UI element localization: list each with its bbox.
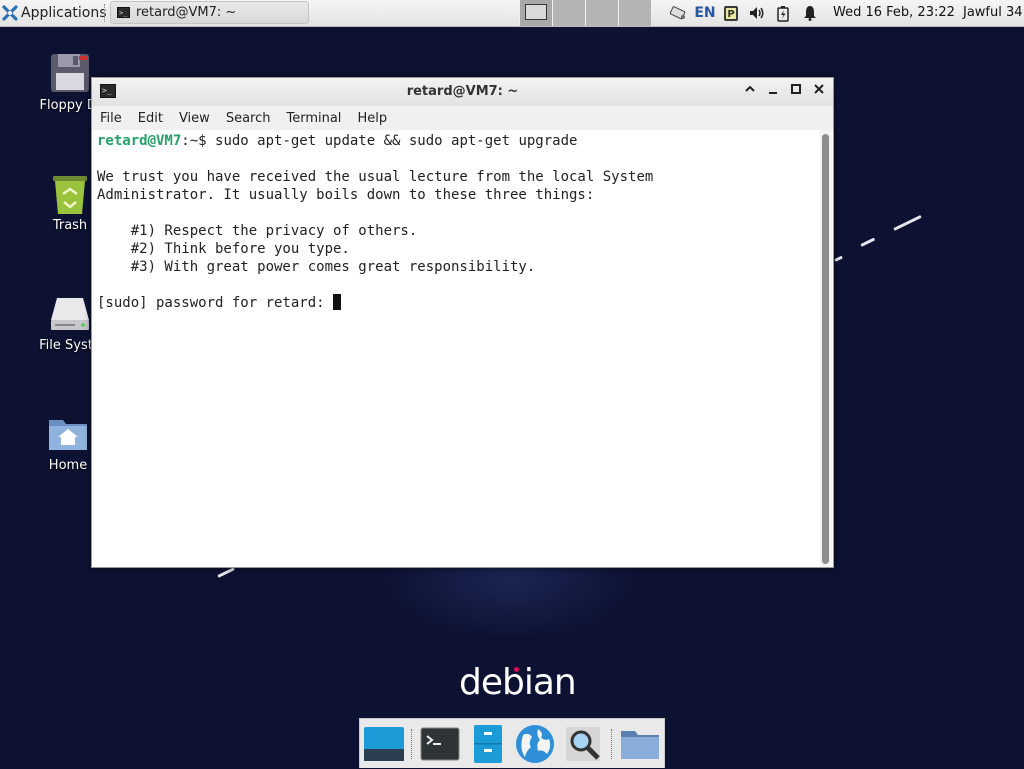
dock-terminal-button[interactable] bbox=[419, 723, 461, 765]
taskbar-window-label: retard@VM7: ~ bbox=[136, 5, 237, 20]
output-line: #2) Think before you type. bbox=[97, 241, 350, 257]
scrollbar-thumb[interactable] bbox=[822, 134, 829, 564]
top-panel: Applications >_ retard@VM7: ~ EN P Wed 1… bbox=[0, 0, 1024, 27]
applications-menu-button[interactable]: Applications bbox=[2, 3, 107, 23]
bottom-dock bbox=[359, 718, 665, 768]
password-prompt: [sudo] password for retard: bbox=[97, 295, 334, 311]
terminal-icon: >_ bbox=[117, 7, 130, 18]
notification-bell-icon[interactable] bbox=[800, 3, 820, 23]
output-line: Administrator. It usually boils down to … bbox=[97, 187, 595, 203]
desktop-swirl-line bbox=[834, 255, 843, 262]
desktop-swirl-line bbox=[217, 567, 235, 578]
workspace-3[interactable] bbox=[585, 0, 618, 26]
desktop-swirl-line bbox=[860, 237, 876, 247]
panel-separator bbox=[104, 4, 105, 22]
prompt-user: retard@VM7 bbox=[97, 133, 182, 149]
menu-view[interactable]: View bbox=[171, 111, 218, 126]
panel-clock[interactable]: Wed 16 Feb, 23:22 bbox=[833, 5, 955, 20]
folder-icon bbox=[621, 731, 659, 759]
menu-file[interactable]: File bbox=[92, 111, 130, 126]
applications-menu-icon bbox=[2, 5, 18, 21]
workspace-4[interactable] bbox=[618, 0, 651, 26]
dock-web-browser-button[interactable] bbox=[514, 723, 556, 765]
dock-separator bbox=[411, 729, 412, 759]
clipboard-icon[interactable]: P bbox=[722, 3, 740, 23]
terminal-window[interactable]: >_ retard@VM7: ~ File Edit View Search T… bbox=[91, 77, 834, 568]
desktop-swirl-line bbox=[893, 215, 922, 231]
terminal-scrollbar[interactable] bbox=[820, 130, 832, 567]
output-line: #1) Respect the privacy of others. bbox=[97, 223, 418, 239]
terminal-menubar: File Edit View Search Terminal Help bbox=[92, 106, 833, 130]
terminal-output[interactable]: retard@VM7:~$ sudo apt-get update && sud… bbox=[92, 130, 819, 567]
dock-file-manager-button[interactable] bbox=[467, 723, 509, 765]
show-desktop-icon bbox=[364, 727, 404, 761]
panel-user-name[interactable]: Jawful 34 bbox=[963, 5, 1023, 20]
workspace-2[interactable] bbox=[552, 0, 585, 26]
output-line: #3) With great power comes great respons… bbox=[97, 259, 536, 275]
terminal-icon bbox=[420, 727, 460, 761]
hard-drive-icon bbox=[49, 292, 91, 334]
password-prompt-line[interactable]: [sudo] password for retard: bbox=[97, 294, 814, 312]
battery-icon[interactable] bbox=[774, 3, 792, 23]
show-desktop-button[interactable] bbox=[363, 723, 405, 765]
window-minimize-button[interactable] bbox=[764, 83, 782, 101]
workspace-1[interactable] bbox=[519, 0, 552, 26]
debian-swirl-dot bbox=[514, 667, 519, 672]
window-maximize-button[interactable] bbox=[787, 83, 805, 101]
magnifier-icon bbox=[566, 727, 600, 761]
dock-separator bbox=[611, 729, 612, 759]
window-shade-button[interactable] bbox=[741, 83, 759, 101]
menu-help[interactable]: Help bbox=[349, 111, 395, 126]
prompt-command: :~$ sudo apt-get update && sudo apt-get … bbox=[181, 133, 578, 149]
trash-icon bbox=[49, 172, 91, 214]
command-line: retard@VM7:~$ sudo apt-get update && sud… bbox=[97, 132, 814, 150]
floppy-disk-icon bbox=[49, 52, 91, 94]
menu-terminal[interactable]: Terminal bbox=[278, 111, 349, 126]
home-folder-icon bbox=[47, 412, 89, 454]
menu-edit[interactable]: Edit bbox=[130, 111, 171, 126]
output-line: We trust you have received the usual lec… bbox=[97, 169, 654, 185]
volume-icon[interactable] bbox=[746, 3, 768, 23]
window-title: retard@VM7: ~ bbox=[406, 84, 519, 99]
menu-search[interactable]: Search bbox=[218, 111, 279, 126]
network-icon[interactable] bbox=[666, 3, 690, 23]
taskbar-window-button[interactable]: >_ retard@VM7: ~ bbox=[110, 1, 309, 24]
globe-icon bbox=[516, 725, 554, 763]
window-titlebar[interactable]: >_ retard@VM7: ~ bbox=[92, 78, 833, 107]
keyboard-layout-indicator[interactable]: EN bbox=[693, 3, 717, 23]
dock-home-folder-button[interactable] bbox=[619, 723, 661, 765]
applications-menu-label: Applications bbox=[21, 5, 107, 21]
text-cursor bbox=[333, 294, 342, 310]
dock-app-finder-button[interactable] bbox=[563, 723, 605, 765]
window-close-button[interactable] bbox=[810, 83, 828, 101]
file-cabinet-icon bbox=[474, 725, 502, 763]
